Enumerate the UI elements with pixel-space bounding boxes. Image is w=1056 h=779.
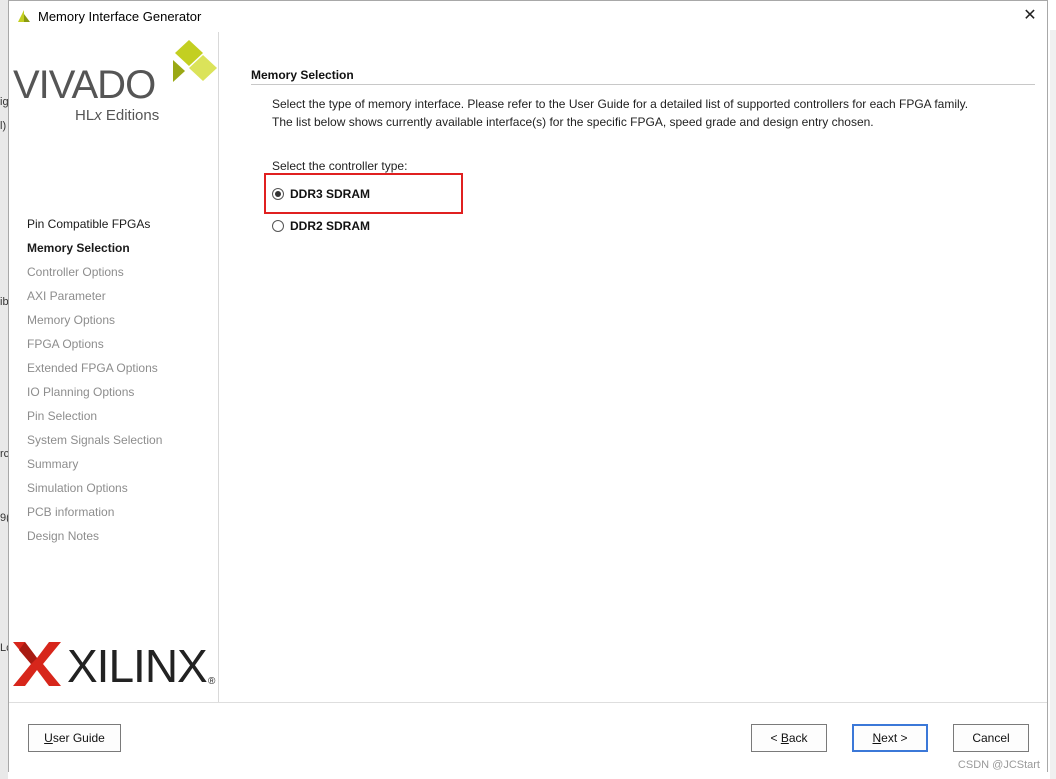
window-title: Memory Interface Generator [38,9,202,24]
section-title: Memory Selection [251,68,354,82]
xilinx-logo-text: XILINX [67,640,207,692]
hlx-editions-text: HLx Editions [75,107,159,124]
description-line-2: The list below shows currently available… [272,115,874,129]
radio-label: DDR2 SDRAM [290,219,371,233]
button-label: ext > [881,731,908,745]
vivado-logo: VIVADO HLx Editions [13,40,217,124]
main-content: Memory Selection Select the type of memo… [219,32,1047,702]
button-label: ser Guide [52,731,105,745]
step-simulation-options: Simulation Options [27,481,128,495]
step-summary: Summary [27,457,79,471]
step-pcb-information: PCB information [27,505,115,519]
step-io-planning-options: IO Planning Options [27,385,135,399]
mnemonic-letter: N [872,731,882,745]
background-text-fragment: l) [0,120,7,132]
step-pin-selection: Pin Selection [27,409,98,423]
mnemonic-letter: U [44,731,53,745]
cancel-button[interactable]: Cancel [953,724,1029,752]
title-bar[interactable]: Memory Interface Generator ✕ [9,1,1047,32]
controller-type-label: Select the controller type: [272,159,408,173]
vivado-app-icon [18,10,30,22]
step-controller-options: Controller Options [27,265,124,279]
step-fpga-options: FPGA Options [27,337,104,351]
wizard-steps: Pin Compatible FPGAs Memory Selection Co… [27,212,162,548]
vivado-logo-text: VIVADO [13,63,155,107]
section-divider [251,84,1035,85]
step-extended-fpga-options: Extended FPGA Options [27,361,158,375]
watermark-text: CSDN @JCStart [957,759,1040,771]
xilinx-x-icon [13,642,61,686]
back-button[interactable]: < Back [751,724,827,752]
registered-mark: ® [208,676,216,687]
button-bar: User Guide < Back Next > Cancel [9,702,1047,773]
radio-ddr2-sdram[interactable]: DDR2 SDRAM [272,216,370,236]
logo-diamond-icon [173,60,185,82]
button-label: < [770,731,781,745]
user-guide-button[interactable]: User Guide [28,724,121,752]
description-line-1: Select the type of memory interface. Ple… [272,97,969,111]
button-label: ack [788,731,808,745]
step-memory-options: Memory Options [27,313,116,327]
xilinx-logo: XILINX ® [13,640,216,692]
memory-interface-generator-dialog: Memory Interface Generator ✕ VIVADO HLx … [8,0,1048,773]
radio-button-unchecked[interactable] [272,220,284,232]
mnemonic-letter: B [780,731,789,745]
next-button[interactable]: Next > [852,724,928,752]
step-pin-compatible-fpgas: Pin Compatible FPGAs [27,217,151,231]
background-app-edge [0,0,8,779]
close-icon[interactable]: ✕ [1017,5,1043,27]
wizard-sidebar: VIVADO HLx Editions Pin Compatible FPGAs… [9,32,219,702]
background-app-edge-right [1050,30,1056,779]
step-memory-selection: Memory Selection [27,241,130,255]
step-system-signals-selection: System Signals Selection [27,433,163,447]
step-design-notes: Design Notes [27,529,100,543]
step-axi-parameter: AXI Parameter [27,289,106,303]
annotation-highlight-box [264,173,463,214]
